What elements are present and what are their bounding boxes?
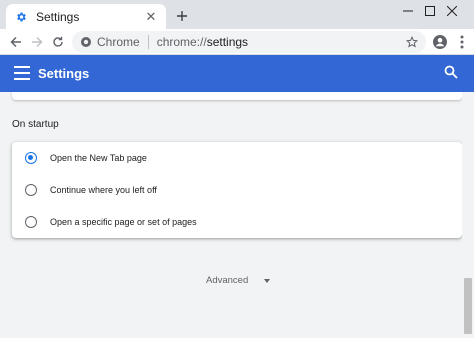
radio-label: Continue where you left off bbox=[50, 185, 157, 195]
chevron-down-icon bbox=[264, 278, 271, 283]
previous-section-card bbox=[12, 92, 462, 100]
forward-icon[interactable] bbox=[27, 32, 47, 52]
hamburger-menu-icon[interactable] bbox=[14, 66, 30, 80]
omnibox-url: chrome://settings bbox=[157, 35, 248, 49]
radio-label: Open a specific page or set of pages bbox=[50, 217, 197, 227]
bookmark-star-icon[interactable] bbox=[404, 34, 420, 50]
tab-strip: Settings ✕ bbox=[0, 0, 474, 29]
on-startup-card: Open the New Tab page Continue where you… bbox=[12, 142, 462, 238]
advanced-toggle[interactable]: Advanced bbox=[206, 275, 271, 286]
advanced-label: Advanced bbox=[206, 275, 249, 286]
radio-button[interactable] bbox=[25, 184, 37, 196]
radio-label: Open the New Tab page bbox=[50, 153, 147, 163]
omnibox[interactable]: Chrome chrome://settings bbox=[72, 31, 426, 53]
startup-option-specific-pages[interactable]: Open a specific page or set of pages bbox=[12, 206, 462, 238]
menu-kebab-icon[interactable] bbox=[452, 32, 472, 52]
page-title: Settings bbox=[38, 66, 90, 81]
gear-icon bbox=[14, 10, 28, 24]
search-icon[interactable] bbox=[444, 65, 460, 81]
startup-option-new-tab[interactable]: Open the New Tab page bbox=[12, 142, 462, 174]
omnibox-divider bbox=[147, 35, 149, 49]
close-window-icon[interactable] bbox=[430, 0, 474, 22]
back-icon[interactable] bbox=[6, 32, 26, 52]
scrollbar[interactable] bbox=[462, 92, 474, 338]
profile-avatar-icon[interactable] bbox=[430, 32, 450, 52]
tab-settings[interactable]: Settings ✕ bbox=[6, 4, 166, 29]
radio-button[interactable] bbox=[25, 152, 37, 164]
settings-content: On startup Open the New Tab page Continu… bbox=[0, 92, 474, 338]
url-path: settings bbox=[206, 35, 249, 49]
tab-title: Settings bbox=[36, 9, 80, 24]
section-title-on-startup: On startup bbox=[12, 119, 59, 130]
settings-header: Settings bbox=[0, 55, 474, 92]
url-scheme: chrome:// bbox=[156, 35, 207, 49]
browser-window: Settings ✕ Chrome chrome://settings Sett… bbox=[0, 0, 474, 338]
scrollbar-thumb[interactable] bbox=[464, 278, 472, 334]
reload-icon[interactable] bbox=[48, 32, 68, 52]
browser-toolbar: Chrome chrome://settings bbox=[0, 29, 474, 55]
chrome-chip: Chrome bbox=[80, 35, 140, 49]
radio-button[interactable] bbox=[25, 216, 37, 228]
tab-close-icon[interactable]: ✕ bbox=[144, 9, 158, 24]
startup-option-continue[interactable]: Continue where you left off bbox=[12, 174, 462, 206]
new-tab-icon[interactable] bbox=[174, 8, 190, 24]
chrome-logo-icon bbox=[81, 37, 91, 47]
chrome-chip-label: Chrome bbox=[97, 35, 140, 49]
